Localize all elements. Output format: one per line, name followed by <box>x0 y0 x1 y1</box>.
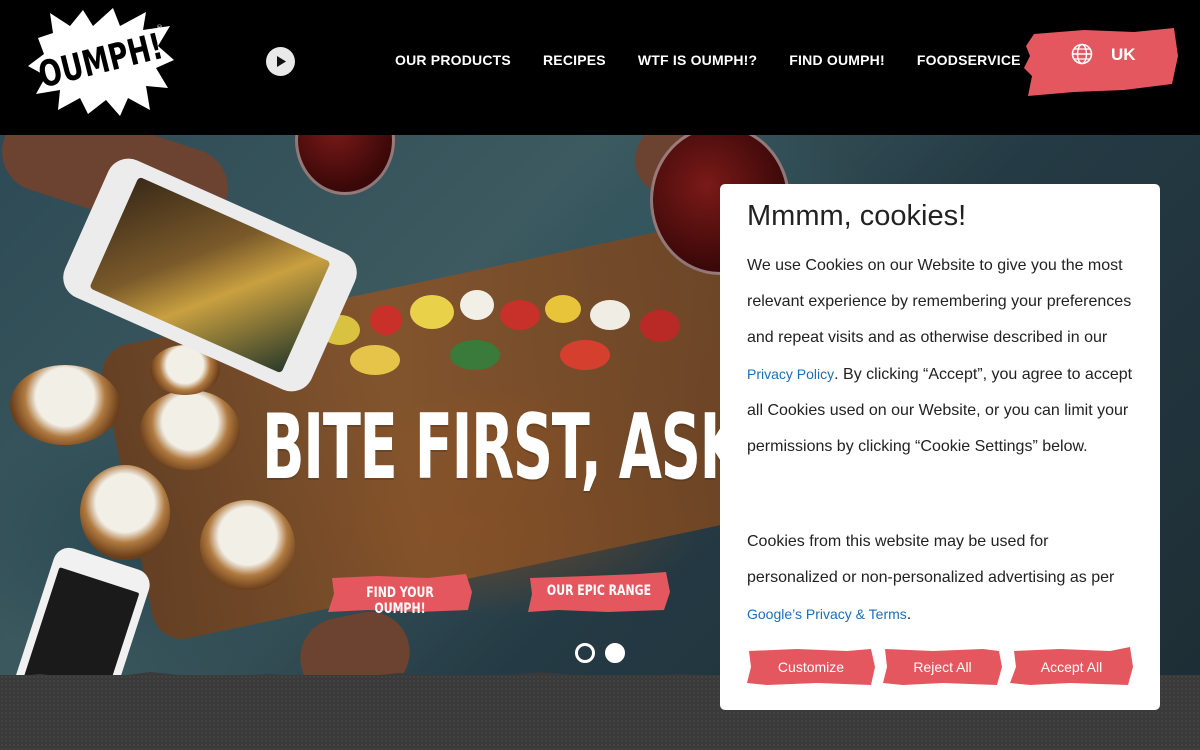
cookie-dialog-title: Mmmm, cookies! <box>747 200 967 232</box>
find-your-oumph-button[interactable]: FIND YOUR OUMPH! <box>328 574 472 617</box>
main-navigation: OUR PRODUCTS RECIPES WTF IS OUMPH!? FIND… <box>395 52 1053 68</box>
hero-title: BITE FIRST, ASK <box>262 395 743 500</box>
nav-item-find-oumph[interactable]: FIND OUMPH! <box>789 52 885 68</box>
food-decoration <box>500 300 540 330</box>
cookie-text-part: . <box>906 606 912 623</box>
nav-item-recipes[interactable]: RECIPES <box>543 52 606 68</box>
food-decoration <box>560 340 610 370</box>
food-decoration <box>80 465 170 560</box>
cookie-dialog-text: We use Cookies on our Website to give yo… <box>747 248 1137 465</box>
food-decoration <box>590 300 630 330</box>
food-decoration <box>370 305 402 335</box>
site-header: OUMPH! ® OUR PRODUCTS RECIPES WTF IS OUM… <box>0 0 1200 135</box>
play-video-button[interactable] <box>266 47 295 76</box>
globe-icon <box>1071 43 1093 65</box>
nav-item-foodservice[interactable]: FOODSERVICE <box>917 52 1021 68</box>
wine-glass-decoration <box>295 125 395 195</box>
button-label: Reject All <box>913 659 972 675</box>
food-decoration <box>140 390 240 470</box>
our-epic-range-button[interactable]: OUR EPIC RANGE <box>528 572 670 612</box>
food-decoration <box>350 345 400 375</box>
food-decoration <box>640 310 680 342</box>
food-decoration <box>460 290 494 320</box>
reject-all-button[interactable]: Reject All <box>883 647 1002 687</box>
oumph-logo[interactable]: OUMPH! ® <box>28 8 174 116</box>
language-code: UK <box>1111 45 1136 64</box>
google-privacy-terms-link[interactable]: Google’s Privacy & Terms <box>747 606 907 622</box>
cookie-consent-dialog: Mmmm, cookies! We use Cookies on our Web… <box>720 184 1160 710</box>
cookie-text-part: We use Cookies on our Website to give yo… <box>747 257 1132 346</box>
cookie-text-part: Cookies from this website may be used fo… <box>747 533 1115 586</box>
customize-button[interactable]: Customize <box>747 647 875 687</box>
cta-label: FIND YOUR OUMPH! <box>366 585 434 617</box>
language-selector[interactable]: UK <box>1024 26 1178 96</box>
play-icon <box>277 56 286 67</box>
accept-all-button[interactable]: Accept All <box>1010 647 1133 687</box>
button-label: Accept All <box>1040 659 1103 675</box>
nav-item-wtf-is-oumph[interactable]: WTF IS OUMPH!? <box>638 52 757 68</box>
cta-label: OUR EPIC RANGE <box>546 583 652 599</box>
food-decoration <box>410 295 454 329</box>
privacy-policy-link[interactable]: Privacy Policy <box>747 366 834 382</box>
cookie-advertising-text: Cookies from this website may be used fo… <box>747 524 1137 633</box>
food-decoration <box>450 340 500 370</box>
button-label: Customize <box>777 659 845 675</box>
food-decoration <box>545 295 581 323</box>
nav-item-our-products[interactable]: OUR PRODUCTS <box>395 52 511 68</box>
food-decoration <box>200 500 295 590</box>
food-decoration <box>10 365 120 445</box>
svg-text:®: ® <box>156 24 163 32</box>
